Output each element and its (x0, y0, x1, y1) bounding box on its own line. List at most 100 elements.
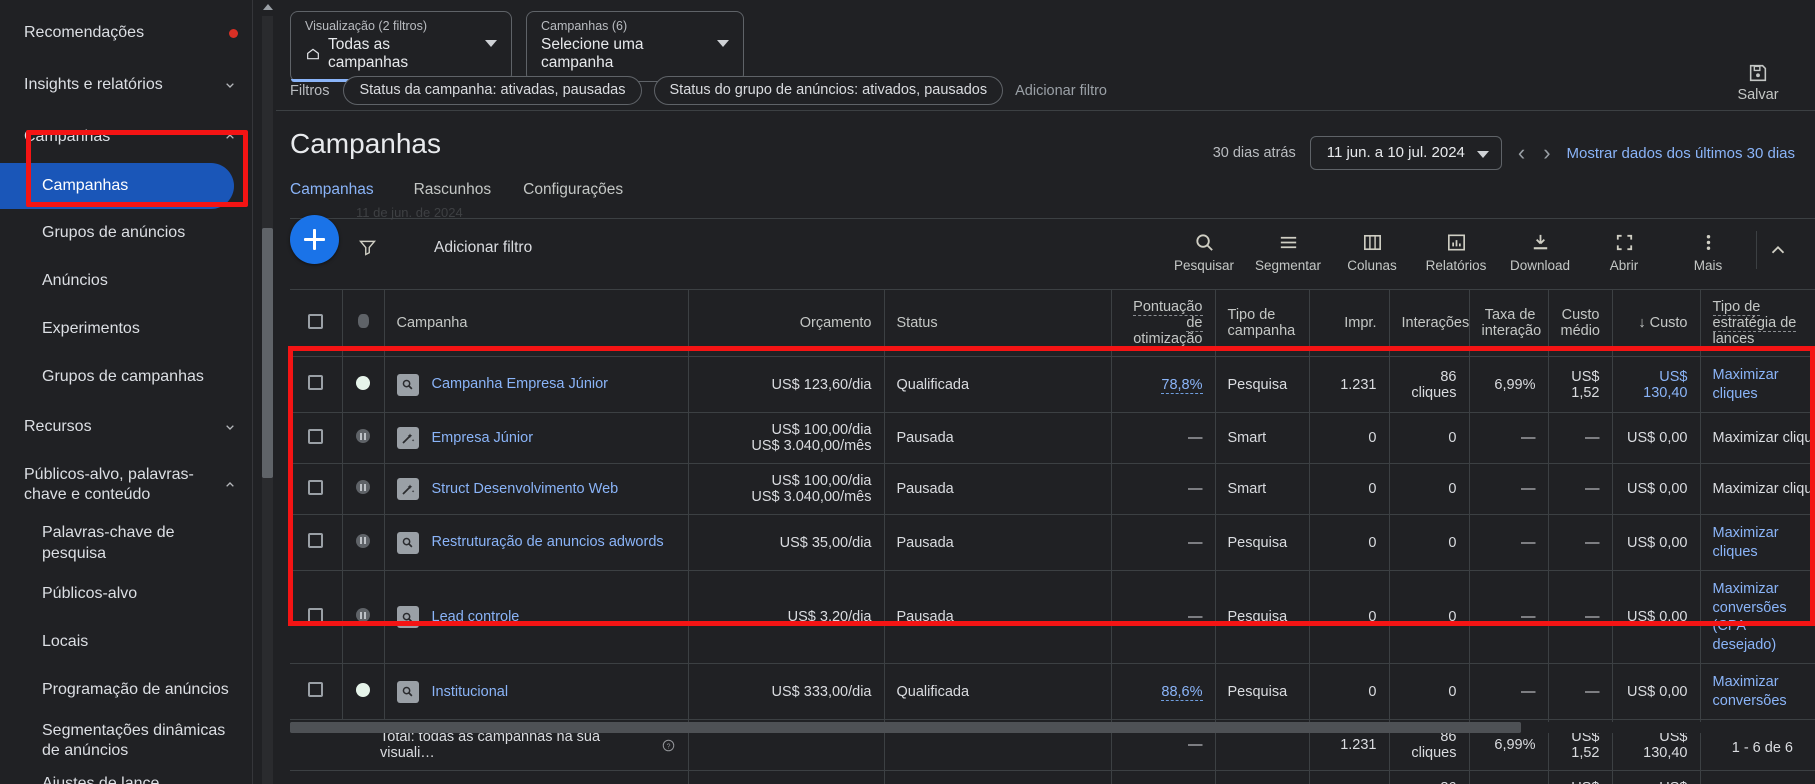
select-all-checkbox[interactable] (308, 313, 324, 329)
content-vertical-scrollbar[interactable] (262, 0, 274, 784)
cost-cell[interactable]: US$ 130,40 (1612, 356, 1701, 414)
toolbar-reports-button[interactable]: Relatórios (1414, 227, 1498, 273)
cell-link[interactable]: 88,6% (1161, 683, 1203, 701)
campaign-name-cell[interactable]: Lead controle (384, 570, 689, 665)
column-header-interacoes[interactable]: Interações (1389, 290, 1470, 357)
row-status-cell[interactable] (342, 663, 385, 721)
campaign-name-link[interactable]: Lead controle (432, 608, 520, 627)
add-filter-link[interactable]: Adicionar filtro (1015, 83, 1107, 99)
budget-cell[interactable]: US$ 100,00/dia US$ 3.040,00/mês (688, 463, 885, 516)
column-header-custo-medio[interactable]: Custo médio (1548, 290, 1613, 357)
cell-link[interactable]: 78,8% (1161, 376, 1203, 394)
toolbar-search-button[interactable]: Pesquisar (1162, 227, 1246, 273)
campaign-name-cell[interactable]: Campanha Empresa Júnior (384, 356, 689, 414)
filter-chip-adgroup-status[interactable]: Status do grupo de anúncios: ativados, p… (653, 76, 1004, 105)
table-row[interactable]: Struct Desenvolvimento Web US$ 100,00/dia… (290, 463, 1815, 516)
date-range-picker[interactable]: 11 jun. a 10 jul. 2024 (1309, 136, 1502, 170)
row-checkbox[interactable] (308, 607, 324, 623)
toolbar-download-button[interactable]: Download (1498, 227, 1582, 273)
toolbar-segment-button[interactable]: Segmentar (1246, 227, 1330, 273)
sidebar-item-programacao-de-anuncios[interactable]: Programação de anúncios (0, 667, 252, 715)
toolbar-columns-button[interactable]: Colunas (1330, 227, 1414, 273)
sidebar-item-publicos-alvo[interactable]: Públicos-alvo (0, 571, 252, 619)
bid-strategy-cell[interactable]: Maximizar cliques (1700, 356, 1815, 414)
chevron-down-icon[interactable] (717, 40, 729, 47)
horizontal-scrollbar-thumb[interactable] (290, 722, 1521, 733)
bid-strategy-link[interactable]: Maximizar cliques (1713, 525, 1779, 560)
row-select-cell[interactable] (290, 356, 343, 414)
sidebar-item-campanhas[interactable]: Campanhas (0, 163, 234, 209)
campaign-name-link[interactable]: Restruturação de anuncios adwords (432, 533, 664, 552)
tab-configuracoes[interactable]: Configurações (507, 175, 639, 213)
column-header-campanha[interactable]: Campanha (384, 290, 689, 357)
row-select-cell[interactable] (290, 570, 343, 665)
campaign-name-cell[interactable]: Institucional (384, 663, 689, 721)
next-period-button[interactable]: › (1541, 142, 1552, 164)
horizontal-scrollbar[interactable] (290, 722, 1521, 733)
sidebar-item-segmentacoes-dinamicas[interactable]: Segmentações dinâmicas de anúncios (0, 715, 252, 769)
bid-strategy-cell[interactable]: Maximizar conversões (1700, 663, 1815, 721)
toolbar-collapse-button[interactable] (1767, 227, 1801, 261)
status-enabled-icon[interactable] (356, 682, 370, 697)
row-status-cell[interactable] (342, 463, 385, 516)
status-paused-icon[interactable] (356, 429, 370, 444)
table-row[interactable]: Institucional US$ 333,00/dia Qualificada 88… (290, 663, 1815, 721)
show-last-30-days-link[interactable]: Mostrar dados dos últimos 30 dias (1567, 145, 1795, 162)
optimization-score-cell[interactable]: 78,8% (1111, 356, 1216, 414)
campaign-name-cell[interactable]: Struct Desenvolvimento Web (384, 463, 689, 516)
row-checkbox[interactable] (308, 682, 324, 698)
scroll-up-arrow-icon[interactable] (263, 4, 273, 10)
row-status-cell[interactable] (342, 570, 385, 665)
select-all-header[interactable] (290, 290, 343, 357)
row-checkbox[interactable] (308, 428, 324, 444)
row-select-cell[interactable] (290, 412, 343, 465)
column-header-tipo-campanha[interactable]: Tipo de campanha (1215, 290, 1310, 357)
optimization-score-cell[interactable]: 88,6% (1111, 663, 1216, 721)
column-header-pontuacao-otimizacao[interactable]: Pontuação de otimização (1111, 290, 1216, 357)
toolbar-expand-button[interactable]: Abrir (1582, 227, 1666, 273)
budget-cell[interactable]: US$ 333,00/dia (688, 663, 885, 721)
sidebar-item-insights-relatorios[interactable]: Insights e relatórios (0, 59, 252, 111)
campaign-name-link[interactable]: Campanha Empresa Júnior (432, 375, 609, 394)
chevron-down-icon[interactable] (485, 40, 497, 47)
sidebar-item-ajustes-de-lance-avancados[interactable]: Ajustes de lance avançados (0, 768, 252, 784)
sidebar-item-campanhas-group[interactable]: Campanhas (0, 111, 252, 163)
new-campaign-button[interactable] (290, 215, 339, 264)
bid-strategy-cell[interactable]: Maximizar conversões (CPA desejado) (1700, 570, 1815, 665)
budget-cell[interactable]: US$ 100,00/dia US$ 3.040,00/mês (688, 412, 885, 465)
sidebar-item-grupos-de-anuncios[interactable]: Grupos de anúncios (0, 209, 252, 257)
row-status-cell[interactable] (342, 356, 385, 414)
row-select-cell[interactable] (290, 663, 343, 721)
status-paused-icon[interactable] (356, 480, 370, 495)
filter-chip-campaign-status[interactable]: Status da campanha: ativadas, pausadas (343, 76, 642, 105)
sidebar-item-anuncios[interactable]: Anúncios (0, 257, 252, 305)
sidebar-item-recursos[interactable]: Recursos (0, 401, 252, 453)
sidebar-item-recomendacoes[interactable]: Recomendações (0, 7, 252, 59)
cell-link[interactable]: US$ 130,40 (1643, 369, 1687, 401)
budget-cell[interactable]: US$ 3,20/dia (688, 570, 885, 665)
column-header-impressoes[interactable]: Impr. (1309, 290, 1390, 357)
table-row[interactable]: Restruturação de anuncios adwords US$ 35,… (290, 514, 1815, 572)
budget-cell[interactable]: US$ 123,60/dia (688, 356, 885, 414)
table-row[interactable]: Empresa Júnior US$ 100,00/dia US$ 3.040,00… (290, 412, 1815, 465)
sidebar-item-locais[interactable]: Locais (0, 619, 252, 667)
row-status-cell[interactable] (342, 412, 385, 465)
row-select-cell[interactable] (290, 514, 343, 572)
table-row[interactable]: Campanha Empresa Júnior US$ 123,60/dia Qua… (290, 356, 1815, 414)
row-checkbox[interactable] (308, 375, 324, 391)
toolbar-more-button[interactable]: Mais (1666, 227, 1750, 273)
campaign-name-cell[interactable]: Empresa Júnior (384, 412, 689, 465)
campaign-name-link[interactable]: Empresa Júnior (432, 429, 534, 448)
bid-strategy-link[interactable]: Maximizar cliques (1713, 367, 1779, 402)
sidebar-item-publicos-palavras-conteudo[interactable]: Públicos-alvo, palavras-chave e conteúdo (0, 453, 252, 517)
bid-strategy-link[interactable]: Maximizar conversões (1713, 674, 1787, 709)
bid-strategy-cell[interactable]: Maximizar cliques (1700, 514, 1815, 572)
help-icon[interactable]: ? (661, 738, 676, 753)
column-header-orcamento[interactable]: Orçamento (688, 290, 885, 357)
budget-cell[interactable]: US$ 35,00/dia (688, 514, 885, 572)
bid-strategy-link[interactable]: Maximizar conversões (CPA desejado) (1713, 581, 1787, 653)
status-enabled-icon[interactable] (356, 375, 370, 390)
column-header-taxa-interacao[interactable]: Taxa de interação (1469, 290, 1549, 357)
row-status-cell[interactable] (342, 514, 385, 572)
table-row[interactable]: Lead controle US$ 3,20/dia Pausada — Pesquis… (290, 570, 1815, 665)
